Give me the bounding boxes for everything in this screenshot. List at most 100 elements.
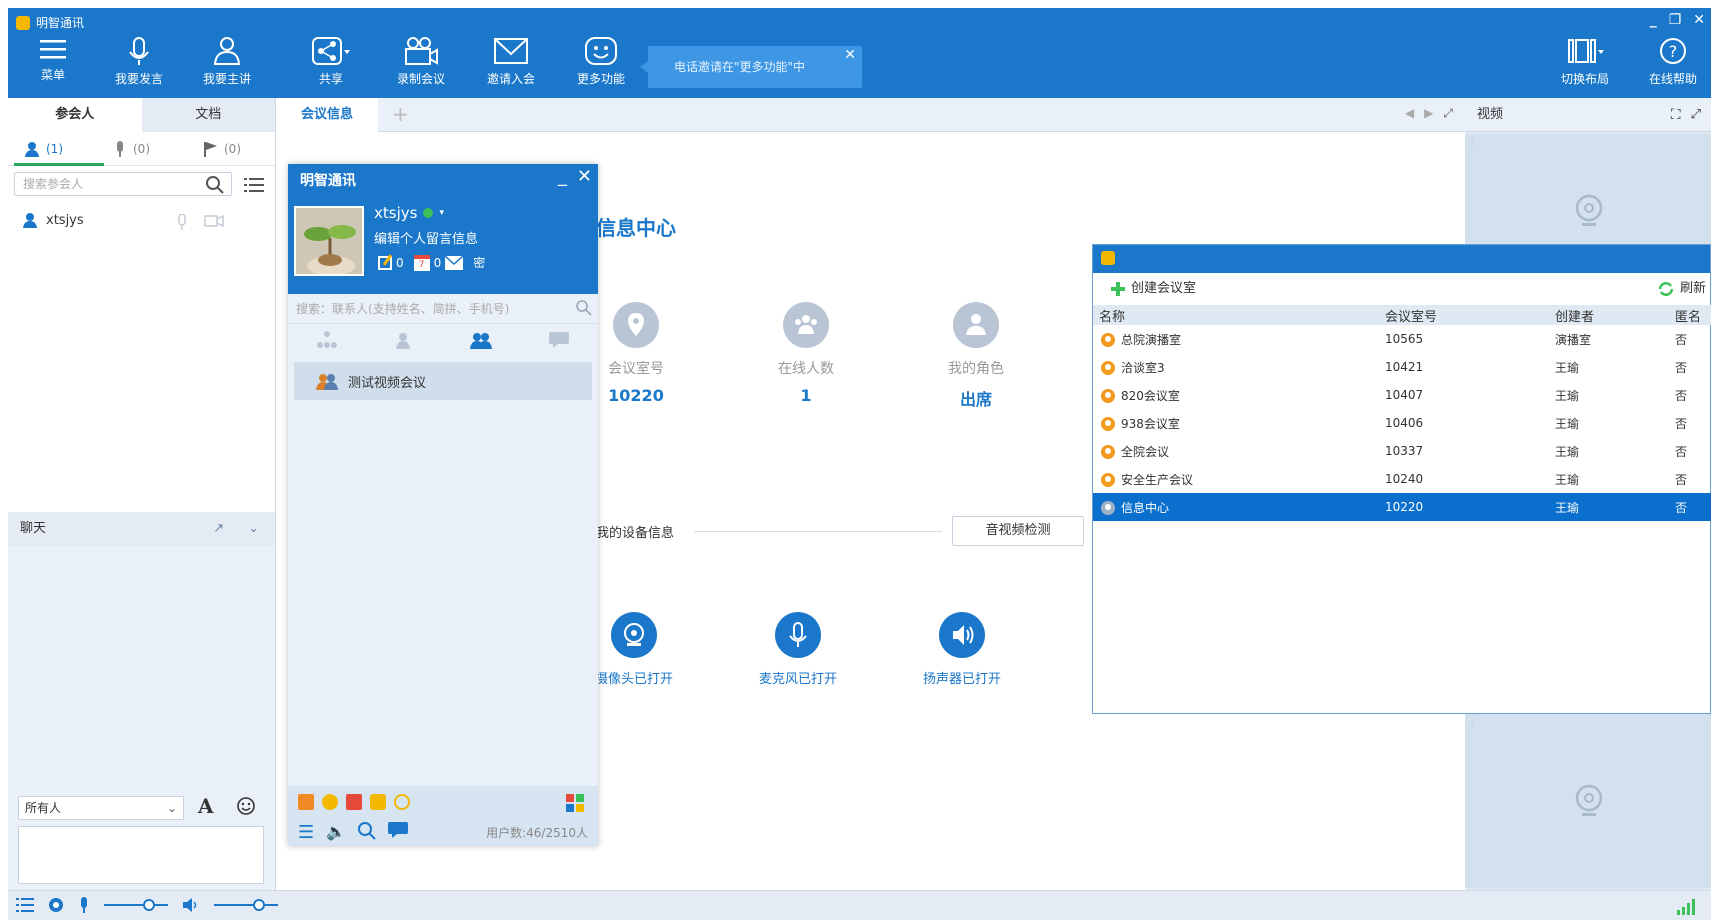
toolbar-help-button[interactable]: ? 在线帮助 — [1638, 36, 1708, 87]
create-room-button[interactable]: 创建会议室 — [1111, 273, 1196, 305]
toolbar-speak-button[interactable]: 我要发言 — [104, 36, 174, 87]
group-icon[interactable] — [469, 331, 492, 349]
column-header-room-number[interactable]: 会议室号 — [1385, 305, 1555, 325]
camera-icon[interactable] — [48, 897, 64, 913]
calendar-icon[interactable]: 7 — [413, 254, 430, 271]
room-number-cell: 10406 — [1385, 409, 1555, 437]
share-icon — [312, 37, 350, 65]
search-icon[interactable] — [206, 176, 224, 194]
column-header-creator[interactable]: 创建者 — [1555, 305, 1675, 325]
table-row[interactable]: 洽谈室3 10421 王瑜 否 — [1093, 353, 1711, 381]
filter-hands[interactable]: (0) — [202, 132, 275, 166]
minimize-button[interactable]: _ — [558, 166, 567, 187]
table-row[interactable]: 938会议室 10406 王瑜 否 — [1093, 409, 1711, 437]
contact-icon[interactable] — [394, 331, 412, 349]
book-icon[interactable] — [346, 794, 362, 810]
chevron-left-icon[interactable]: ◀ — [1405, 106, 1414, 121]
refresh-button[interactable]: 刷新 — [1658, 273, 1706, 305]
microphone-icon[interactable] — [78, 897, 90, 913]
flag-icon — [204, 141, 217, 157]
tab-meeting-info[interactable]: 会议信息 — [276, 98, 378, 132]
device-speaker: 扬声器已打开 — [902, 612, 1022, 687]
search-user-icon[interactable] — [394, 794, 410, 810]
speaker-icon[interactable]: 🔈 — [326, 822, 346, 843]
list-icon[interactable] — [16, 897, 34, 913]
speaker-icon[interactable] — [182, 897, 200, 913]
table-row[interactable]: 安全生产会议 10240 王瑜 否 — [1093, 465, 1711, 493]
secret-label[interactable]: 密 — [473, 254, 485, 271]
av-check-button[interactable]: 音视频检测 — [952, 516, 1084, 546]
column-header-anonymous[interactable]: 匿名 — [1675, 305, 1711, 325]
chat-message-input[interactable] — [18, 826, 264, 884]
menu-icon[interactable]: ☰ — [298, 822, 314, 843]
note-icon[interactable] — [378, 253, 393, 270]
table-row[interactable]: 总院演播室 10565 演播室 否 — [1093, 325, 1711, 353]
signature[interactable]: 编辑个人留言信息 — [374, 228, 478, 247]
video-slot[interactable]: 4 — [1465, 714, 1711, 888]
popout-icon[interactable]: ↗ — [213, 512, 224, 546]
restore-button[interactable]: ❐ — [1669, 12, 1682, 28]
expand-icon[interactable]: ⤢ — [1691, 98, 1701, 132]
close-button[interactable]: ✕ — [1693, 12, 1705, 28]
room-number-cell: 10337 — [1385, 437, 1555, 465]
column-header-name[interactable]: 名称 — [1093, 305, 1385, 325]
notice-close-button[interactable]: ✕ — [844, 34, 856, 76]
contacts-header: 明智通讯 _ ✕ xtsjys ▾ 编辑个人留言信息 0 7 0 密 — [288, 164, 598, 294]
toolbar-layout-button[interactable]: 切换布局 — [1550, 36, 1620, 87]
chevron-down-icon[interactable]: ⌄ — [248, 512, 259, 546]
search-icon[interactable] — [576, 300, 592, 316]
list-item[interactable]: 测试视频会议 — [294, 362, 592, 400]
add-tab-button[interactable]: + — [392, 102, 409, 126]
close-button[interactable]: ✕ — [577, 166, 592, 187]
cell-text: 总院演播室 — [1121, 332, 1182, 347]
zoom-icon[interactable]: ⛶ — [1671, 98, 1681, 132]
toolbar-invite-button[interactable]: 邀请入会 — [476, 36, 546, 87]
globe-icon[interactable] — [322, 794, 338, 810]
cell-text: 王瑜 — [1555, 444, 1580, 459]
filter-speakers[interactable]: (0) — [113, 132, 186, 166]
room-icon — [1101, 361, 1115, 375]
toolbar-more-button[interactable]: 更多功能 — [566, 36, 636, 87]
toolbar-speak-label: 我要发言 — [114, 72, 163, 86]
chat-icon[interactable] — [549, 332, 570, 348]
minimize-button[interactable]: _ — [1650, 12, 1657, 28]
tab-documents[interactable]: 文档 — [142, 98, 276, 132]
table-row[interactable]: 全院会议 10337 王瑜 否 — [1093, 437, 1711, 465]
room-anonymous-cell: 否 — [1675, 465, 1711, 493]
message-icon[interactable] — [388, 822, 409, 838]
toolbar-menu-button[interactable]: 菜单 — [18, 36, 88, 83]
apps-grid-icon[interactable] — [566, 794, 584, 815]
online-status-icon[interactable] — [423, 208, 434, 218]
toolbar-record-button[interactable]: 录制会议 — [386, 36, 456, 87]
chevron-right-icon[interactable]: ▶ — [1424, 106, 1433, 121]
search-icon[interactable] — [358, 822, 376, 840]
calendar-count: 0 — [433, 255, 442, 270]
toolbar-share-button[interactable]: 共享 — [296, 36, 366, 87]
org-chart-icon[interactable] — [316, 331, 337, 349]
chat-recipient-select[interactable]: 所有人 ⌄ — [18, 796, 184, 820]
group-name: 测试视频会议 — [348, 375, 427, 391]
emoji-icon[interactable] — [236, 796, 256, 816]
table-row[interactable]: 820会议室 10407 王瑜 否 — [1093, 381, 1711, 409]
phone-icon[interactable] — [370, 794, 386, 810]
participant-search-input[interactable]: 搜索参会人 — [14, 172, 232, 196]
expand-icon[interactable]: ⤢ — [1443, 106, 1453, 121]
avatar[interactable] — [294, 206, 364, 276]
room-creator-cell: 王瑜 — [1555, 353, 1675, 381]
filter-members[interactable]: (1) — [14, 132, 104, 166]
contacts-search-input[interactable]: 搜索：联系人(支持姓名、简拼、手机号) — [288, 294, 598, 324]
speaker-volume-slider[interactable] — [214, 899, 278, 911]
mic-volume-slider[interactable] — [104, 899, 168, 911]
toolbar-present-button[interactable]: 我要主讲 — [192, 36, 262, 87]
refresh-label: 刷新 — [1679, 281, 1706, 296]
slider-knob[interactable] — [142, 899, 155, 911]
caret-down-icon[interactable]: ▾ — [439, 208, 444, 218]
slider-knob[interactable] — [252, 899, 265, 911]
list-item[interactable]: xtsjys — [22, 212, 84, 228]
list-icon[interactable] — [244, 178, 264, 192]
mail-icon[interactable] — [445, 255, 464, 270]
gift-icon[interactable] — [298, 794, 314, 810]
font-icon[interactable]: A — [198, 794, 214, 818]
table-row[interactable]: 信息中心 10220 王瑜 否 — [1093, 493, 1711, 521]
tab-participants[interactable]: 参会人 — [8, 98, 142, 132]
